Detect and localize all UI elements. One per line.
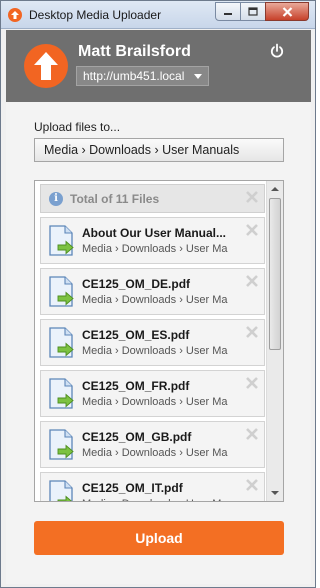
upload-button[interactable]: Upload (34, 521, 284, 555)
file-name: CE125_OM_DE.pdf (82, 277, 191, 291)
file-path: Media › Downloads › User Ma (82, 498, 252, 501)
folder-picker-button[interactable]: Media › Downloads › User Manuals (34, 138, 284, 162)
info-icon: i (49, 192, 63, 206)
remove-icon[interactable] (245, 325, 259, 339)
close-icon (282, 6, 292, 17)
close-button[interactable] (265, 2, 309, 21)
file-name: CE125_OM_IT.pdf (82, 481, 183, 495)
file-total-row: i Total of 11 Files (40, 184, 265, 213)
remove-icon[interactable] (245, 223, 259, 237)
file-list-item[interactable]: About Our User Manual... Media › Download… (40, 217, 265, 264)
file-list: i Total of 11 Files About Our User Manua… (40, 184, 265, 501)
scroll-up-button[interactable] (267, 181, 283, 197)
minimize-button[interactable] (215, 2, 241, 21)
file-list-item[interactable]: CE125_OM_GB.pdf Media › Downloads › User … (40, 421, 265, 468)
file-path: Media › Downloads › User Ma (82, 243, 228, 255)
document-icon (48, 378, 76, 410)
app-window: Desktop Media Uploader Matt Brailsford h… (0, 0, 316, 588)
server-url: http://umb451.local (83, 69, 185, 83)
file-name: CE125_OM_ES.pdf (82, 328, 190, 342)
user-name: Matt Brailsford (78, 43, 191, 60)
app-logo-icon (8, 8, 22, 22)
maximize-button[interactable] (240, 2, 266, 21)
maximize-icon (248, 7, 258, 16)
upload-destination-label: Upload files to... (34, 120, 121, 134)
vertical-scrollbar[interactable] (266, 181, 283, 501)
file-total-label: Total of 11 Files (70, 192, 160, 206)
file-list-item[interactable]: CE125_OM_DE.pdf Media › Downloads › User … (40, 268, 265, 315)
remove-icon[interactable] (245, 274, 259, 288)
title-bar[interactable]: Desktop Media Uploader (1, 1, 315, 29)
file-path: Media › Downloads › User Ma (82, 294, 228, 306)
server-dropdown[interactable]: http://umb451.local (76, 66, 209, 86)
file-list-item[interactable]: CE125_OM_ES.pdf Media › Downloads › User … (40, 319, 265, 366)
window-controls (215, 2, 309, 22)
scroll-down-button[interactable] (267, 485, 283, 501)
file-list-panel: i Total of 11 Files About Our User Manua… (34, 180, 284, 502)
chevron-down-icon (194, 74, 202, 79)
file-name: CE125_OM_GB.pdf (82, 430, 192, 444)
document-icon (48, 225, 76, 257)
document-icon (48, 276, 76, 308)
remove-icon[interactable] (245, 376, 259, 390)
upload-arrow-icon (34, 52, 58, 80)
scroll-up-icon (271, 187, 279, 191)
remove-icon[interactable] (245, 478, 259, 492)
window-title: Desktop Media Uploader (29, 8, 162, 22)
file-name: About Our User Manual... (82, 226, 227, 240)
remove-icon[interactable] (245, 427, 259, 441)
document-icon (48, 429, 76, 461)
file-path: Media › Downloads › User Ma (82, 396, 228, 408)
file-name: CE125_OM_FR.pdf (82, 379, 190, 393)
scroll-down-icon (271, 491, 279, 495)
document-icon (48, 327, 76, 359)
file-path: Media › Downloads › User Ma (82, 447, 228, 459)
power-icon[interactable] (269, 43, 285, 59)
scroll-thumb[interactable] (269, 198, 281, 350)
file-list-item[interactable]: CE125_OM_IT.pdf Media › Downloads › User … (40, 472, 265, 501)
minimize-icon (224, 12, 232, 15)
main-content: Upload files to... Media › Downloads › U… (6, 102, 311, 584)
user-avatar (24, 44, 68, 88)
remove-icon[interactable] (245, 190, 259, 204)
account-header: Matt Brailsford http://umb451.local (6, 30, 311, 102)
file-list-item[interactable]: CE125_OM_FR.pdf Media › Downloads › User … (40, 370, 265, 417)
document-icon (48, 480, 76, 501)
file-path: Media › Downloads › User Ma (82, 345, 228, 357)
